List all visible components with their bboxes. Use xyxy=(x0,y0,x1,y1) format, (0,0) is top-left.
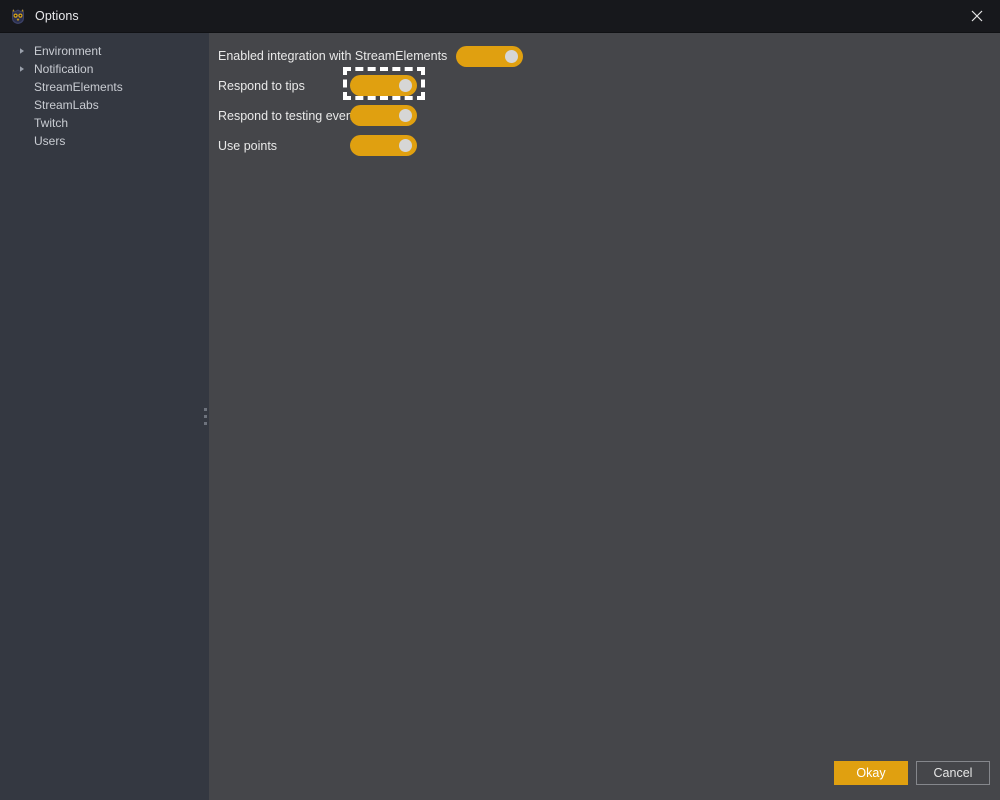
dialog-footer: Okay Cancel xyxy=(209,746,1000,800)
sidebar-item-streamlabs[interactable]: StreamLabs xyxy=(0,96,201,114)
sidebar-item-users[interactable]: Users xyxy=(0,132,201,150)
option-row-respond-testing-events: Respond to testing events xyxy=(218,105,363,127)
chevron-right-icon[interactable] xyxy=(18,60,34,78)
settings-tree: Environment Notification StreamElements … xyxy=(0,33,201,800)
toggle-enabled-integration[interactable] xyxy=(456,45,524,67)
toggle-knob xyxy=(399,79,412,92)
option-row-respond-to-tips: Respond to tips xyxy=(218,75,305,97)
sidebar-item-streamelements[interactable]: StreamElements xyxy=(0,78,201,96)
sidebar-item-label: Notification xyxy=(34,62,94,76)
toggle-knob xyxy=(505,49,519,63)
option-label: Respond to testing events xyxy=(218,109,363,123)
owl-mascot-icon xyxy=(8,6,28,26)
okay-button[interactable]: Okay xyxy=(834,761,908,785)
option-label: Enabled integration with StreamElements xyxy=(218,49,448,63)
sidebar-item-label: Users xyxy=(34,134,66,148)
option-row-use-points: Use points xyxy=(218,135,277,157)
toggle-respond-testing-events[interactable] xyxy=(350,105,417,126)
option-row-enabled-integration: Enabled integration with StreamElements xyxy=(218,45,524,67)
sidebar-item-twitch[interactable]: Twitch xyxy=(0,114,201,132)
splitter-grip-icon xyxy=(203,408,207,425)
options-panel: Enabled integration with StreamElements … xyxy=(209,33,1000,800)
window-title: Options xyxy=(35,9,79,23)
options-window: Options Environment Notification StreamE… xyxy=(0,0,1000,800)
option-label: Respond to tips xyxy=(218,79,305,93)
window-body: Environment Notification StreamElements … xyxy=(0,33,1000,800)
sidebar-item-label: Twitch xyxy=(34,116,69,130)
toggle-knob xyxy=(399,139,412,152)
sidebar-item-label: Environment xyxy=(34,44,102,58)
sidebar-item-label: StreamLabs xyxy=(34,98,99,112)
title-bar: Options xyxy=(0,0,1000,33)
toggle-knob xyxy=(399,109,412,122)
cancel-button[interactable]: Cancel xyxy=(916,761,990,785)
sidebar-item-notification[interactable]: Notification xyxy=(0,60,201,78)
sidebar-item-environment[interactable]: Environment xyxy=(0,42,201,60)
toggle-use-points[interactable] xyxy=(350,135,417,156)
panel-splitter[interactable] xyxy=(201,33,209,800)
chevron-right-icon[interactable] xyxy=(18,42,34,60)
toggle-respond-to-tips[interactable] xyxy=(350,75,417,96)
options-list: Enabled integration with StreamElements … xyxy=(209,33,1000,746)
close-icon[interactable] xyxy=(954,0,1000,33)
sidebar-item-label: StreamElements xyxy=(34,80,123,94)
option-label: Use points xyxy=(218,139,278,153)
